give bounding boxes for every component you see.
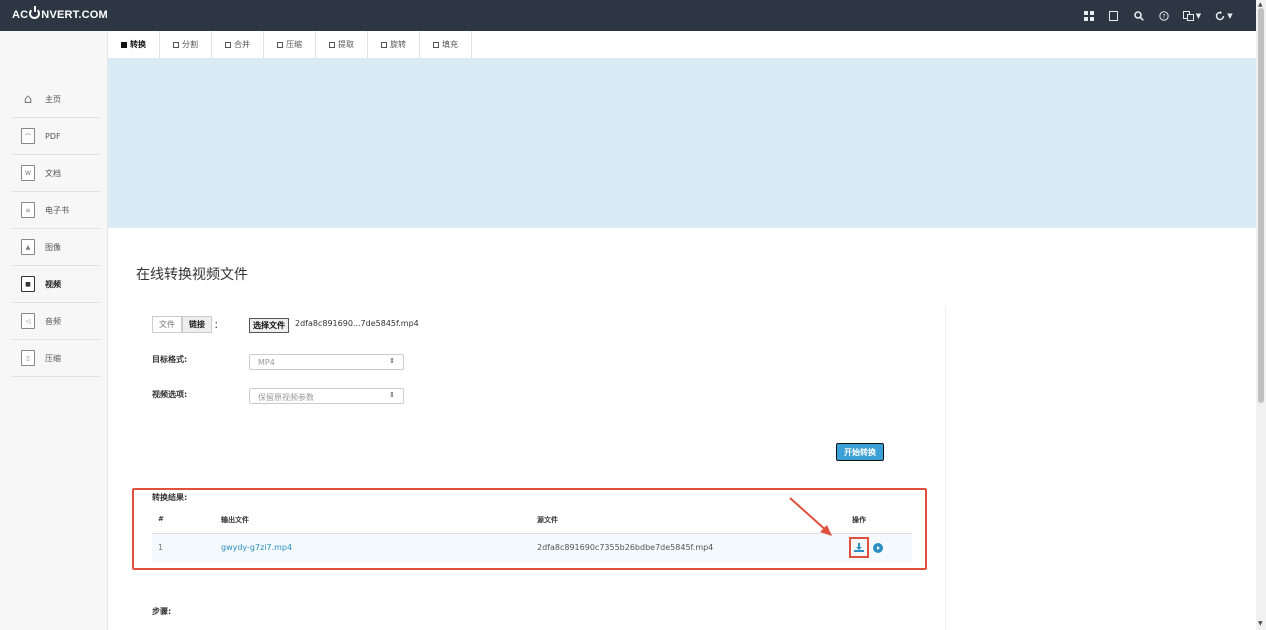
sidebar-item-ebook[interactable]: ≡ 电子书 — [12, 192, 100, 229]
source-file-option[interactable]: 文件 — [152, 316, 182, 333]
power-icon — [29, 6, 41, 19]
ad-banner — [108, 58, 1256, 228]
page-scrollbar[interactable]: ▲ ▼ — [1256, 0, 1266, 630]
sidebar-item-audio[interactable]: ◁ 音频 — [12, 303, 100, 340]
scroll-up-icon[interactable]: ▲ — [1258, 1, 1263, 8]
sidebar-item-document[interactable]: W 文档 — [12, 155, 100, 192]
tool-tabs: 转换 分割 合并 压缩 提取 旋转 填充 — [108, 31, 472, 58]
scroll-down-icon[interactable]: ▼ — [1258, 620, 1263, 627]
steps-label: 步骤: — [152, 607, 172, 616]
scrollbar-thumb[interactable] — [1258, 8, 1264, 403]
select-arrows-icon: ⇕ — [389, 357, 395, 365]
tab-compress[interactable]: 压缩 — [264, 31, 316, 58]
tab-split[interactable]: 分割 — [160, 31, 212, 58]
sidebar-item-pdf[interactable]: ⌒ PDF — [12, 118, 100, 155]
language-icon[interactable]: ▼ — [1176, 0, 1208, 31]
source-link-option[interactable]: 链接 — [182, 316, 212, 333]
select-arrows-icon: ⇕ — [389, 391, 395, 399]
sidebar: ⌂ 主页 ⌒ PDF W 文档 ≡ 电子书 ▲ 图像 ■ 视频 ◁ 音频 ▯ 压 — [0, 31, 114, 630]
video-options-label: 视频选项: — [152, 390, 188, 399]
word-file-icon: W — [21, 165, 35, 181]
download-button[interactable] — [849, 537, 869, 558]
sidebar-item-video[interactable]: ■ 视频 — [12, 266, 114, 303]
target-format-select[interactable]: MP4 ⇕ — [249, 354, 404, 370]
selected-file-name: 2dfa8c891690...7de5845f.mp4 — [295, 319, 419, 328]
annotation-arrow — [789, 497, 832, 536]
ebook-file-icon: ≡ — [21, 202, 35, 218]
grid-icon[interactable] — [1076, 0, 1101, 31]
checkbox-icon — [381, 41, 387, 48]
checkbox-icon — [225, 41, 231, 48]
sidebar-item-archive[interactable]: ▯ 压缩 — [12, 340, 100, 377]
svg-text:?: ? — [1162, 13, 1165, 20]
tab-pad[interactable]: 填充 — [420, 31, 472, 58]
source-colon: ： — [214, 321, 224, 331]
search-icon[interactable] — [1126, 0, 1151, 31]
chevron-down-icon: ▼ — [1227, 11, 1233, 20]
help-icon[interactable]: ? — [1151, 0, 1176, 31]
convert-form: 文件 链接 ： 选择文件 2dfa8c891690...7de5845f.mp4… — [136, 306, 946, 630]
audio-file-icon: ◁ — [21, 313, 35, 329]
sidebar-item-home[interactable]: ⌂ 主页 — [12, 81, 100, 118]
video-file-icon: ■ — [21, 276, 35, 292]
checkbox-icon — [173, 41, 179, 48]
play-icon[interactable] — [873, 543, 883, 553]
sidebar-item-image[interactable]: ▲ 图像 — [12, 229, 100, 266]
checkbox-icon — [433, 41, 439, 48]
source-toggle: 文件 链接 — [152, 316, 212, 333]
top-navbar: AC NVERT.COM ? ▼ ▼ — [0, 0, 1256, 31]
site-logo[interactable]: AC NVERT.COM — [12, 6, 108, 21]
tab-convert[interactable]: 转换 — [108, 31, 160, 58]
target-format-label: 目标格式: — [152, 355, 188, 364]
tab-merge[interactable]: 合并 — [212, 31, 264, 58]
bookmark-icon[interactable] — [1101, 0, 1126, 31]
result-label: 转换结果: — [152, 493, 188, 502]
archive-file-icon: ▯ — [21, 350, 35, 366]
video-options-select[interactable]: 保留原视频参数 ⇕ — [249, 388, 404, 404]
start-convert-button[interactable]: 开始转换 — [836, 443, 884, 461]
checkbox-icon — [329, 41, 335, 48]
checkbox-icon — [121, 41, 127, 48]
checkbox-icon — [277, 41, 283, 48]
home-icon: ⌂ — [23, 91, 33, 107]
source-file-name: 2dfa8c891690c7355b26bdbe7de5845f.mp4 — [537, 543, 714, 552]
chevron-down-icon: ▼ — [1195, 11, 1202, 20]
refresh-icon[interactable]: ▼ — [1208, 0, 1240, 31]
pdf-file-icon: ⌒ — [21, 128, 35, 144]
download-icon — [854, 543, 864, 552]
output-file-link[interactable]: gwydy-g7zi7.mp4 — [221, 543, 292, 552]
choose-file-button[interactable]: 选择文件 — [249, 318, 289, 333]
image-file-icon: ▲ — [21, 239, 35, 255]
tab-extract[interactable]: 提取 — [316, 31, 368, 58]
page-title: 在线转换视频文件 — [136, 267, 248, 283]
tab-rotate[interactable]: 旋转 — [368, 31, 420, 58]
